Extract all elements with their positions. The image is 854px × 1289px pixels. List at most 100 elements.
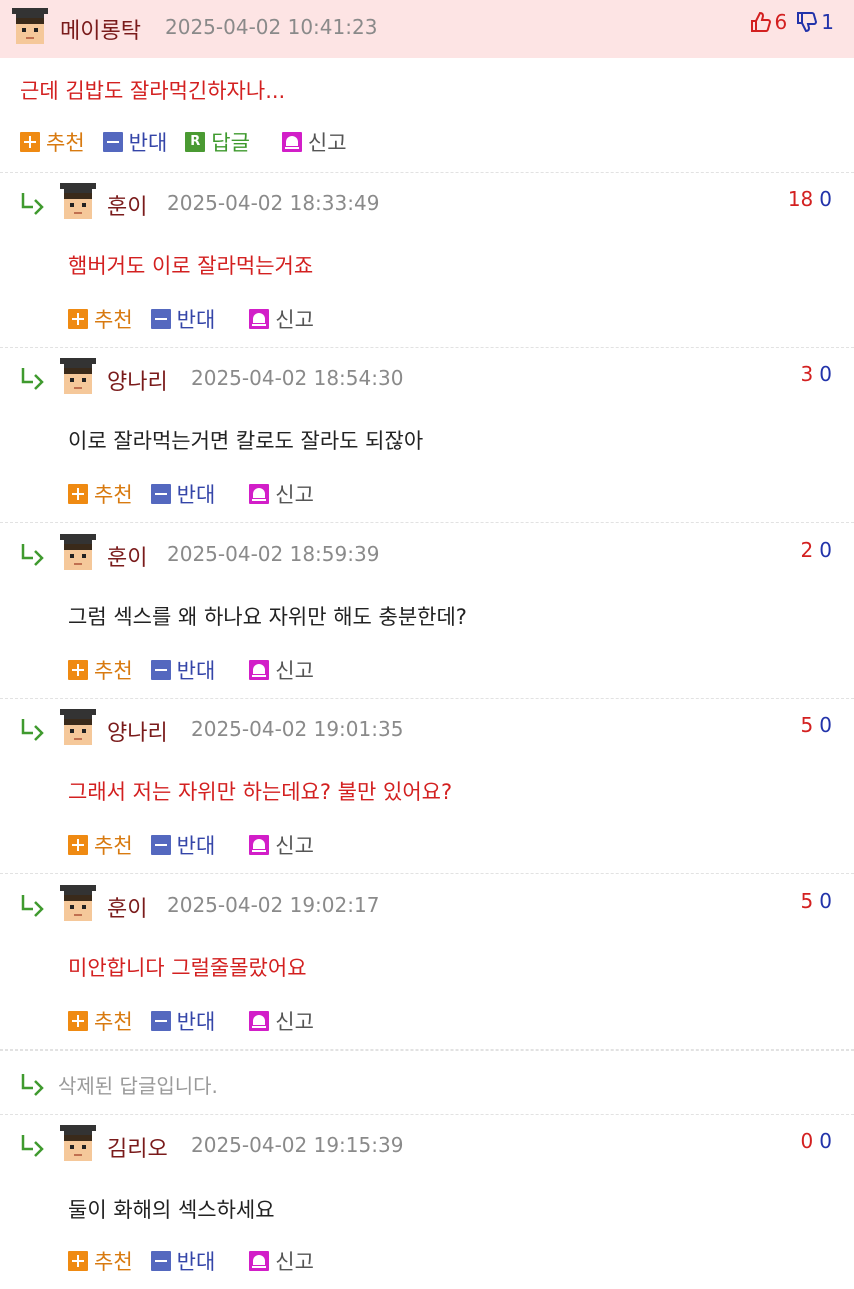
report-button[interactable]: 신고 [249,304,314,334]
main-date: 2025-04-02 10:41:23 [165,15,378,39]
reply-downvote-count: 0 [819,889,832,913]
reply-date: 2025-04-02 18:59:39 [167,542,380,566]
reply-votes: 30 [801,362,832,386]
reply-comment: 김리오 2025-04-02 19:15:39 00 둘이 화해의 섹스하세요 … [0,1115,854,1289]
recommend-button[interactable]: 추천 [68,304,133,334]
reply-text: 이로 잘라먹는거면 칼로도 잘라도 되잖아 [68,429,424,453]
reply-date: 2025-04-02 19:01:35 [191,717,404,741]
reply-text: 그럼 섹스를 왜 하나요 자위만 해도 충분한데? [68,605,467,629]
recommend-label: 추천 [94,1010,133,1034]
report-label: 신고 [275,659,314,683]
avatar-icon[interactable] [58,709,98,747]
reply-upvote-count: 5 [800,889,814,913]
avatar-icon[interactable] [58,358,98,396]
reply-comment: 훈이 2025-04-02 19:02:17 50 미안합니다 그럴줄몰랐어요 … [0,875,854,1050]
minus-icon [150,1251,171,1271]
oppose-label: 반대 [176,659,216,683]
oppose-label: 반대 [176,483,216,507]
main-nickname[interactable]: 메이롱탁 [60,13,141,45]
reply-upvote-count: 0 [800,1129,814,1153]
reply-actions: 추천 반대 신고 [68,304,332,334]
reply-nickname[interactable]: 양나리 [107,715,168,747]
report-label: 신고 [275,483,314,507]
main-votes: 6 1 [749,10,834,34]
siren-icon [249,835,270,855]
report-label: 신고 [275,308,314,332]
reply-actions: 추천 반대 신고 [68,1246,332,1276]
recommend-label: 추천 [94,1250,133,1274]
reply-downvote-count: 0 [819,538,832,562]
main-actions: 추천 반대 R 답글 신고 [20,127,365,157]
reply-actions: 추천 반대 신고 [68,1006,332,1036]
reply-arrow-icon [21,368,44,390]
recommend-button[interactable]: 추천 [68,655,133,685]
reply-nickname[interactable]: 훈이 [107,540,147,572]
reply-votes: 50 [801,713,832,737]
reply-text: 둘이 화해의 섹스하세요 [68,1198,275,1222]
report-button[interactable]: 신고 [249,655,314,685]
plus-icon [68,1011,88,1031]
main-comment-header: 메이롱탁 2025-04-02 10:41:23 6 1 [0,0,854,58]
report-button[interactable]: 신고 [249,1006,314,1036]
recommend-button[interactable]: 추천 [68,479,133,509]
reply-label: 답글 [211,131,250,155]
report-label: 신고 [275,834,314,858]
recommend-label: 추천 [94,834,133,858]
oppose-button[interactable]: 반대 [150,655,216,685]
recommend-button[interactable]: 추천 [68,830,133,860]
avatar-icon[interactable] [58,1125,98,1163]
main-comment-text: 근데 김밥도 잘라먹긴하자나... [20,79,286,103]
reply-arrow-icon [21,719,44,741]
reply-text: 미안합니다 그럴줄몰랐어요 [68,956,307,980]
reply-nickname[interactable]: 김리오 [107,1131,168,1163]
reply-upvote-count: 2 [800,538,814,562]
plus-icon [68,1251,88,1271]
avatar-icon[interactable] [58,183,98,221]
oppose-button[interactable]: 반대 [102,127,168,157]
reply-date: 2025-04-02 19:02:17 [167,893,380,917]
oppose-label: 반대 [176,834,216,858]
oppose-button[interactable]: 반대 [150,1246,215,1276]
report-button[interactable]: 신고 [249,830,314,860]
reply-nickname[interactable]: 훈이 [107,189,147,221]
deleted-reply-text: 삭제된 답글입니다. [58,1074,218,1098]
siren-icon [281,132,302,152]
oppose-button[interactable]: 반대 [150,479,216,509]
oppose-button[interactable]: 반대 [150,830,216,860]
reply-downvote-count: 0 [819,362,832,386]
oppose-label: 반대 [128,131,168,155]
reply-upvote-count: 5 [800,713,814,737]
avatar-icon[interactable] [10,8,50,46]
avatar-icon[interactable] [58,534,98,572]
recommend-label: 추천 [46,131,85,155]
thumbs-up-icon[interactable] [749,11,771,33]
main-upvote-count: 6 [774,10,788,34]
siren-icon [249,660,270,680]
reply-nickname[interactable]: 훈이 [107,891,147,923]
report-button[interactable]: 신고 [249,1246,314,1276]
recommend-label: 추천 [94,308,133,332]
minus-icon [150,660,171,680]
recommend-button[interactable]: 추천 [68,1246,133,1276]
reply-button[interactable]: R 답글 [185,127,250,157]
plus-icon [68,835,88,855]
thumbs-down-icon[interactable] [795,11,818,33]
avatar-icon[interactable] [58,885,98,923]
reply-actions: 추천 반대 신고 [68,479,332,509]
reply-date: 2025-04-02 18:33:49 [167,191,380,215]
recommend-label: 추천 [94,659,133,683]
recommend-button[interactable]: 추천 [20,127,85,157]
siren-icon [249,309,270,329]
reply-arrow-icon [21,1135,44,1157]
recommend-button[interactable]: 추천 [68,1006,133,1036]
reply-comment: 양나리 2025-04-02 19:01:35 50 그래서 저는 자위만 하는… [0,699,854,874]
minus-icon [102,132,123,152]
reply-nickname[interactable]: 양나리 [107,364,168,396]
reply-actions: 추천 반대 신고 [68,655,332,685]
report-button[interactable]: 신고 [249,479,314,509]
oppose-button[interactable]: 반대 [150,1006,215,1036]
oppose-button[interactable]: 반대 [150,304,215,334]
reply-downvote-count: 0 [819,1129,832,1153]
reply-actions: 추천 반대 신고 [68,830,332,860]
report-button[interactable]: 신고 [281,127,347,157]
